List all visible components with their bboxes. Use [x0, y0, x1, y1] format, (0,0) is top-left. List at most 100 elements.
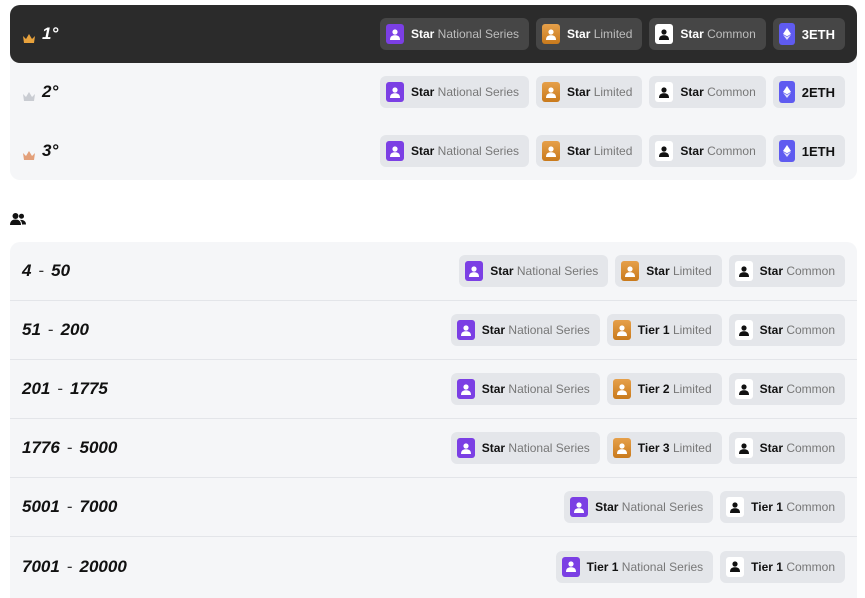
- reward-label: Star Limited: [567, 144, 632, 158]
- reward-chip: Tier 1 Limited: [606, 314, 722, 346]
- reward-label-rest: Common: [703, 27, 756, 41]
- range-from: 201: [22, 379, 51, 398]
- player-icon: [570, 497, 589, 517]
- reward-label-rest: Common: [782, 441, 835, 455]
- reward-label: Star Common: [680, 85, 755, 99]
- player-icon: [655, 141, 674, 161]
- reward-label-rest: Common: [782, 500, 835, 514]
- reward-chip: Tier 1 Common: [720, 550, 845, 583]
- podium-row-3: 3° Star National Series Star Limited Star …: [10, 122, 857, 180]
- reward-label-strong: Star: [759, 382, 783, 396]
- reward-chip: Star Common: [649, 135, 766, 167]
- reward-label: Star Common: [760, 382, 835, 396]
- reward-label: Star National Series: [411, 144, 519, 158]
- reward-label-strong: Star: [759, 264, 783, 278]
- rank-range: 4-50: [22, 261, 70, 281]
- player-icon: [561, 556, 580, 577]
- reward-chip: Star National Series: [379, 18, 530, 50]
- reward-label-rest: National Series: [505, 323, 590, 337]
- reward-label: Tier 3 Limited: [638, 441, 712, 455]
- reward-label: Star National Series: [411, 85, 519, 99]
- reward-label-rest: Common: [703, 144, 756, 158]
- rank-range: 5001-7000: [22, 497, 117, 517]
- tier-row: 51-200 Star National Series Tier 1 Limited…: [10, 301, 857, 360]
- player-icon: [542, 24, 561, 44]
- player-icon: [456, 438, 475, 458]
- podium-row-2: 2° Star National Series Star Limited Star …: [10, 63, 857, 121]
- player-icon: [734, 438, 753, 458]
- reward-list: Star National Series Tier 2 Limited Star C…: [450, 373, 845, 405]
- reward-label: Tier 1 Common: [751, 500, 835, 514]
- range-from: 1776: [22, 438, 60, 457]
- player-icon: [726, 556, 745, 577]
- player-icon: [734, 320, 753, 340]
- people-icon: [10, 213, 26, 225]
- player-icon: [612, 438, 631, 458]
- reward-chip-eth: 1ETH: [772, 135, 845, 167]
- reward-label-strong: Star: [646, 264, 670, 278]
- tier-row: 1776-5000 Star National Series Tier 3 Limi…: [10, 419, 857, 478]
- range-from: 7001: [22, 556, 60, 576]
- reward-chip: Star National Series: [379, 135, 530, 167]
- reward-chip: Tier 2 Limited: [606, 373, 722, 405]
- tier-row: 5001-7000 Star National Series Tier 1 Comm…: [10, 478, 857, 537]
- rank-range: 7001-20000: [22, 557, 127, 577]
- reward-label: Star National Series: [595, 500, 703, 514]
- reward-label: Star National Series: [482, 441, 590, 455]
- reward-label-rest: National Series: [513, 264, 599, 278]
- reward-chip: Star Limited: [615, 255, 722, 287]
- player-icon: [612, 379, 631, 399]
- reward-chip-eth: 2ETH: [772, 76, 845, 108]
- reward-label: Star Common: [760, 264, 835, 278]
- reward-list: Star National Series Star Limited Star Com…: [379, 76, 845, 108]
- reward-label-strong: Star: [567, 85, 591, 99]
- podium-row-1: 1° Star National Series Star Limited Star …: [10, 5, 857, 63]
- reward-label: Star Limited: [567, 27, 632, 41]
- player-icon: [734, 261, 753, 281]
- player-icon: [542, 141, 561, 161]
- rank-number: 3°: [42, 141, 59, 160]
- reward-list: Star National Series Tier 1 Common: [564, 491, 845, 523]
- range-to: 7000: [79, 497, 118, 516]
- player-icon: [734, 379, 753, 399]
- reward-chip: Tier 1 Common: [720, 491, 845, 523]
- reward-label-strong: Star: [481, 382, 506, 396]
- reward-label-rest: Limited: [669, 323, 712, 337]
- ethereum-icon: [778, 81, 795, 103]
- rank-number: 2°: [42, 82, 59, 101]
- reward-chip: Tier 1 National Series: [555, 550, 714, 583]
- range-from: 51: [22, 320, 41, 339]
- reward-chip: Star National Series: [459, 255, 609, 287]
- reward-chip: Star National Series: [450, 373, 600, 405]
- reward-label: Star Common: [760, 441, 835, 455]
- reward-label-rest: Common: [703, 85, 756, 99]
- reward-chip: Star Common: [728, 432, 845, 464]
- reward-label: Star Limited: [646, 264, 711, 278]
- player-icon: [542, 82, 561, 102]
- reward-label-rest: Limited: [590, 144, 633, 158]
- player-icon: [465, 261, 484, 281]
- reward-chip: Star Common: [728, 255, 845, 287]
- reward-label-strong: Star: [759, 441, 783, 455]
- reward-label-strong: Star: [410, 27, 435, 41]
- range-separator: -: [38, 261, 45, 280]
- player-icon: [612, 320, 631, 340]
- reward-label: Tier 1 National Series: [587, 560, 704, 574]
- player-icon: [726, 497, 745, 517]
- reward-label-rest: Limited: [669, 441, 712, 455]
- player-icon: [621, 261, 640, 281]
- reward-chip: Star National Series: [564, 491, 714, 523]
- reward-label-rest: National Series: [618, 500, 704, 514]
- rank-label: 2°: [22, 82, 58, 102]
- reward-list: Star National Series Star Limited Star Com…: [379, 18, 845, 50]
- reward-label-strong: Tier 3: [637, 441, 670, 455]
- reward-chip: Star Common: [728, 373, 845, 405]
- reward-label-strong: Star: [759, 323, 783, 337]
- range-separator: -: [47, 320, 54, 339]
- reward-label-rest: Common: [782, 559, 835, 574]
- reward-chip: Star Limited: [536, 18, 643, 50]
- reward-list: Star National Series Star Limited Star Com…: [379, 135, 845, 167]
- reward-label-strong: Tier 2: [637, 382, 670, 396]
- leaderboard-rewards: 1° Star National Series Star Limited Star …: [0, 0, 865, 598]
- rank-range: 1776-5000: [22, 438, 117, 458]
